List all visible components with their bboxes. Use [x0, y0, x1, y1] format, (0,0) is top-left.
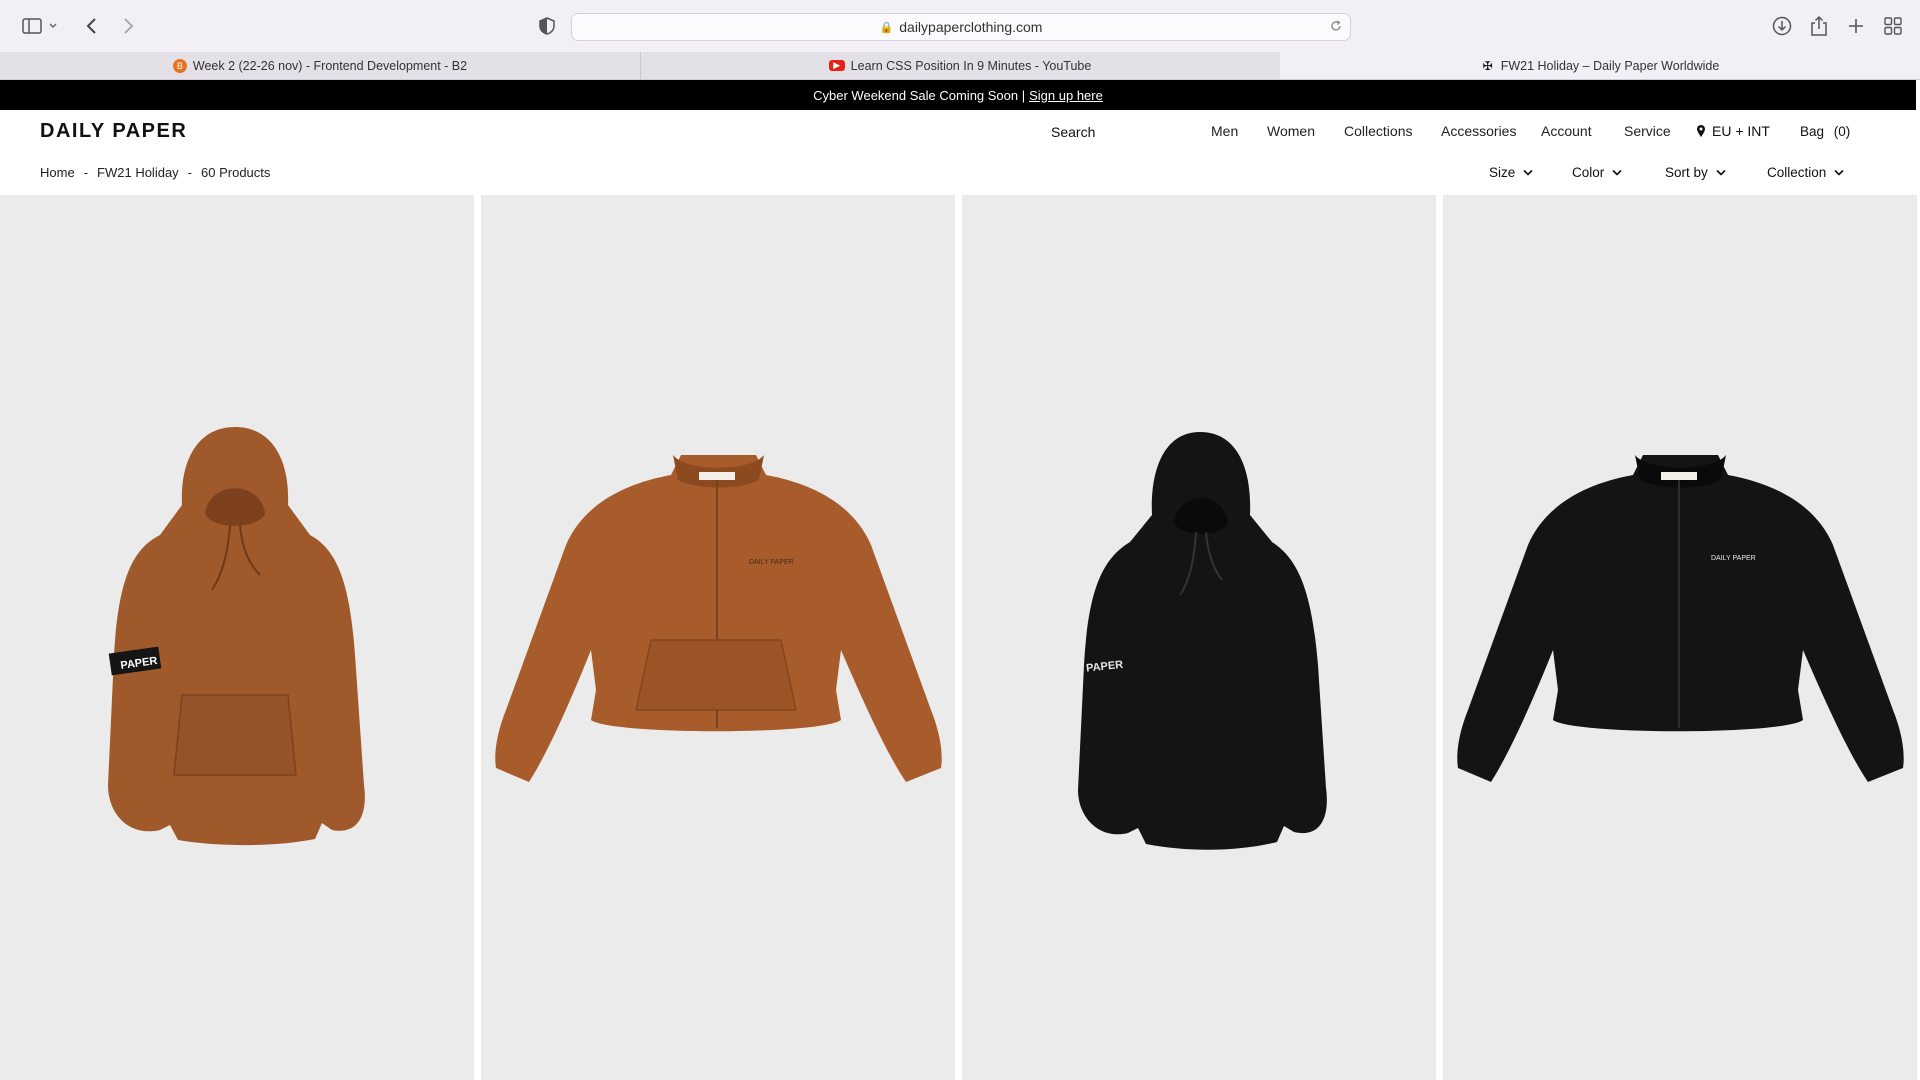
- breadcrumb-collection[interactable]: FW21 Holiday: [97, 165, 179, 180]
- reload-icon[interactable]: [1330, 19, 1342, 35]
- nav-men[interactable]: Men: [1211, 123, 1238, 139]
- bag-link[interactable]: Bag (0): [1800, 124, 1850, 139]
- product-card[interactable]: DAILY PAPER: [1443, 195, 1917, 1080]
- breadcrumb-separator: -: [187, 165, 193, 180]
- tab-title: FW21 Holiday – Daily Paper Worldwide: [1500, 58, 1720, 73]
- announcement-bar: Cyber Weekend Sale Coming Soon | Sign up…: [0, 80, 1916, 110]
- filter-label: Collection: [1767, 165, 1827, 180]
- tab-overview-icon[interactable]: [1881, 14, 1905, 38]
- privacy-shield-icon[interactable]: [535, 14, 559, 38]
- breadcrumb-home[interactable]: Home: [40, 165, 75, 180]
- nav-women[interactable]: Women: [1267, 123, 1315, 139]
- nav-accessories[interactable]: Accessories: [1441, 123, 1516, 139]
- product-card[interactable]: PAPER: [962, 195, 1436, 1080]
- tab-title: Week 2 (22-26 nov) - Frontend Developmen…: [192, 58, 468, 73]
- region-label: EU + INT: [1712, 123, 1770, 139]
- location-pin-icon: [1697, 125, 1705, 137]
- filter-label: Sort by: [1665, 165, 1708, 180]
- bag-label: Bag: [1800, 124, 1825, 139]
- filter-label: Color: [1572, 165, 1605, 180]
- hoodie-image: PAPER: [1078, 432, 1327, 850]
- filter-label: Size: [1489, 165, 1516, 180]
- jacket-image: DAILY PAPER: [495, 455, 942, 782]
- browser-tab[interactable]: ▶ Learn CSS Position In 9 Minutes - YouT…: [640, 52, 1281, 79]
- signup-link[interactable]: Sign up here: [1029, 88, 1103, 103]
- new-tab-icon[interactable]: [1844, 14, 1868, 38]
- search-link[interactable]: Search: [1051, 124, 1095, 140]
- filter-sort-by[interactable]: Sort by: [1665, 165, 1726, 180]
- share-icon[interactable]: [1807, 14, 1831, 38]
- browser-tab-active[interactable]: ✠ FW21 Holiday – Daily Paper Worldwide: [1280, 52, 1920, 79]
- region-selector[interactable]: EU + INT: [1696, 123, 1770, 139]
- bag-count: (0): [1833, 124, 1851, 139]
- youtube-icon: ▶: [828, 60, 845, 71]
- chevron-down-icon: [1612, 169, 1622, 176]
- filter-collection[interactable]: Collection: [1767, 165, 1844, 180]
- address-bar[interactable]: 🔒 dailypaperclothing.com: [571, 13, 1351, 41]
- tab-title: Learn CSS Position In 9 Minutes - YouTub…: [850, 58, 1092, 73]
- daily-paper-icon: ✠: [1482, 58, 1493, 73]
- hoodie-image: PAPER: [108, 427, 365, 846]
- jacket-badge: DAILY PAPER: [1711, 555, 1756, 562]
- site-header: DAILY PAPER Search Men Women Collections…: [0, 110, 1916, 156]
- site-logo[interactable]: DAILY PAPER: [40, 120, 187, 143]
- jacket-image: DAILY PAPER: [1457, 455, 1904, 782]
- chevron-down-icon: [1716, 169, 1726, 176]
- breadcrumb: Home - FW21 Holiday -60 Products: [40, 165, 270, 180]
- jacket-badge: DAILY PAPER: [749, 559, 794, 566]
- browser-tab[interactable]: B Week 2 (22-26 nov) - Frontend Developm…: [0, 52, 641, 79]
- product-count: 60 Products: [201, 165, 271, 180]
- breadcrumb-separator: -: [83, 165, 89, 180]
- announcement-text: Cyber Weekend Sale Coming Soon |: [813, 87, 1026, 103]
- browser-toolbar: 🔒 dailypaperclothing.com: [0, 0, 1920, 53]
- product-card[interactable]: PAPER: [0, 195, 474, 1080]
- tab-bar: B Week 2 (22-26 nov) - Frontend Developm…: [0, 52, 1920, 80]
- sidebar-toggle-icon[interactable]: [20, 14, 44, 38]
- nav-collections[interactable]: Collections: [1344, 123, 1412, 139]
- filter-color[interactable]: Color: [1572, 165, 1622, 180]
- chevron-down-icon: [1523, 169, 1533, 176]
- back-icon[interactable]: [80, 14, 104, 38]
- lock-icon: 🔒: [879, 21, 894, 34]
- product-card[interactable]: DAILY PAPER: [481, 195, 955, 1080]
- orange-circle-icon: B: [172, 58, 187, 73]
- toolbar-filters: Home - FW21 Holiday -60 Products Size Color…: [0, 160, 1916, 188]
- url-text: dailypaperclothing.com: [899, 19, 1043, 35]
- forward-icon[interactable]: [116, 14, 140, 38]
- chevron-down-icon: [1834, 169, 1844, 176]
- nav-service[interactable]: Service: [1624, 123, 1671, 139]
- chevron-down-icon[interactable]: [46, 14, 60, 38]
- nav-account[interactable]: Account: [1541, 123, 1592, 139]
- download-icon[interactable]: [1770, 14, 1794, 38]
- filter-size[interactable]: Size: [1489, 165, 1533, 180]
